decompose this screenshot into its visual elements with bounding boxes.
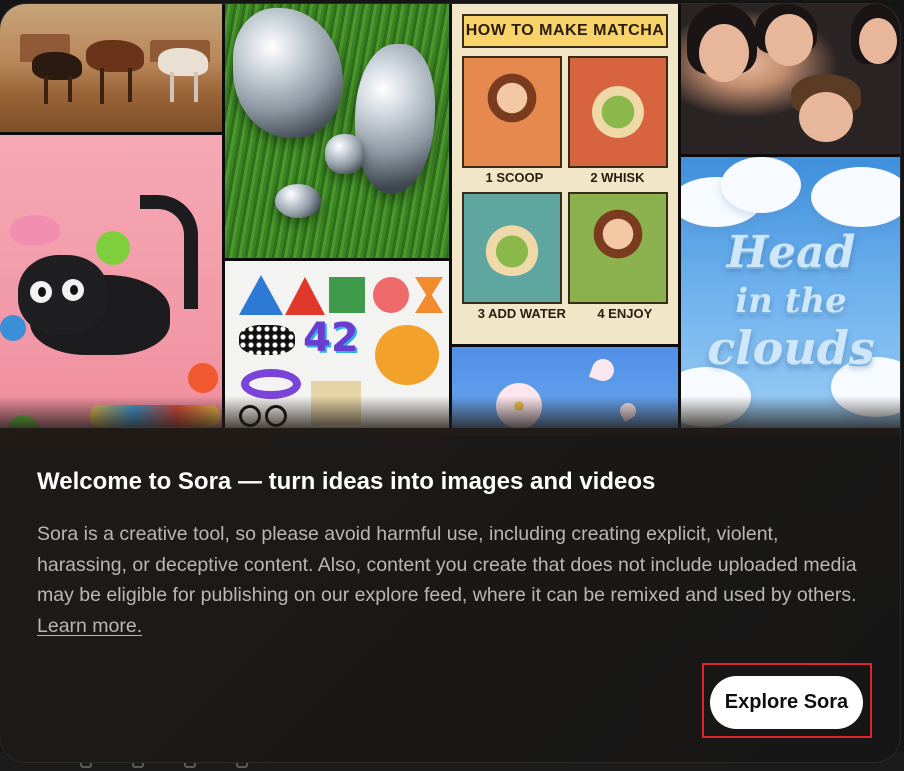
explore-sora-button[interactable]: Explore Sora [710,676,863,729]
dialog-title: Welcome to Sora — turn ideas into images… [37,468,656,495]
dialog-body: Sora is a creative tool, so please avoid… [37,519,867,641]
dialog-body-text: Sora is a creative tool, so please avoid… [37,523,857,607]
learn-more-link[interactable]: Learn more. [37,615,142,637]
friends-photo-image [681,4,900,154]
shapes-number: 42 [303,315,359,361]
horses-image [0,4,222,132]
dialog-content: Welcome to Sora — turn ideas into images… [37,466,867,641]
matcha-step-4: 4 ENJOY [597,306,653,321]
matcha-step-2: 2 WHISK [590,170,645,185]
matcha-comic-image: HOW TO MAKE MATCHA 1 SCOOP 2 WHISK 3 ADD… [452,4,678,344]
matcha-title: HOW TO MAKE MATCHA [462,14,668,48]
matcha-step-1: 1 SCOOP [485,170,544,185]
clouds-word-3: clouds [707,321,875,375]
head-in-the-clouds-image: Head in the clouds [681,157,900,428]
clouds-word-1: Head [726,227,856,278]
sample-gallery: HOW TO MAKE MATCHA 1 SCOOP 2 WHISK 3 ADD… [0,4,900,436]
welcome-dialog: HOW TO MAKE MATCHA 1 SCOOP 2 WHISK 3 ADD… [0,4,900,762]
cat-toy-image [0,135,222,428]
clouds-word-2: in the [735,281,847,321]
chrome-blobs-image [225,4,449,258]
matcha-step-3: 3 ADD WATER [477,306,566,321]
